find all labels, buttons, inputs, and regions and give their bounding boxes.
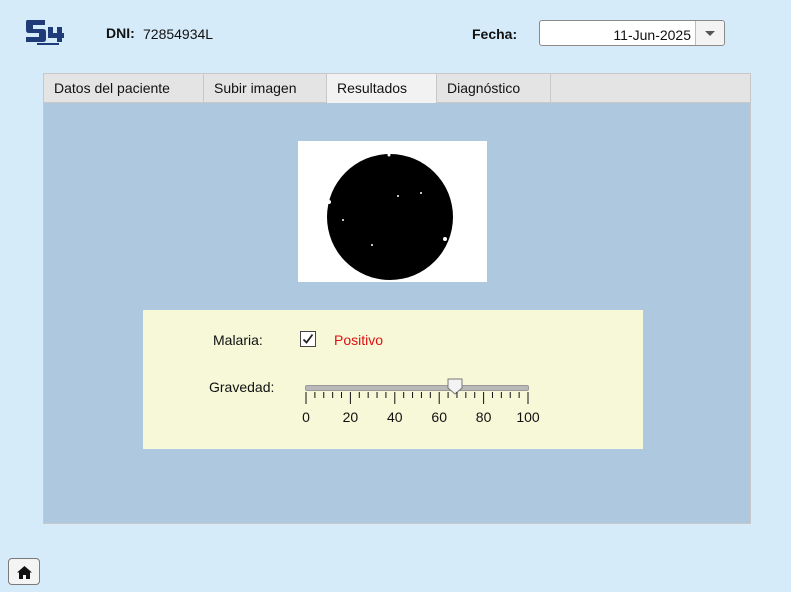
dni-value: 72854934L: [143, 26, 214, 42]
logo-icon: [26, 20, 64, 45]
date-value: 11-Jun-2025: [613, 27, 691, 43]
tab-datos-del-paciente[interactable]: Datos del paciente: [44, 74, 204, 102]
tab-bar: Datos del paciente Subir imagen Resultad…: [44, 74, 750, 103]
scale-label: 40: [387, 409, 403, 425]
tab-subir-imagen[interactable]: Subir imagen: [204, 74, 327, 102]
scale-label: 60: [431, 409, 447, 425]
dni-label: DNI:: [106, 25, 135, 41]
home-button[interactable]: [8, 558, 40, 585]
results-box: Malaria: Positivo Gravedad: 0 20 40 60 80 100: [143, 310, 643, 449]
home-icon: [17, 566, 32, 579]
scale-label: 80: [476, 409, 492, 425]
scale-label: 0: [302, 409, 310, 425]
date-picker[interactable]: 11-Jun-2025: [539, 20, 725, 46]
tab-diagnostico[interactable]: Diagnóstico: [437, 74, 551, 102]
check-icon: [302, 333, 314, 344]
date-dropdown-button[interactable]: [695, 21, 724, 45]
malaria-label: Malaria:: [213, 332, 263, 348]
gravedad-slider-track[interactable]: [305, 385, 529, 391]
result-image: [298, 141, 487, 282]
scale-label: 20: [343, 409, 359, 425]
fecha-label: Fecha:: [472, 26, 518, 42]
gravedad-scale: 0 20 40 60 80 100: [302, 392, 540, 425]
malaria-checkbox[interactable]: [300, 331, 316, 347]
gravedad-label: Gravedad:: [209, 379, 275, 395]
malaria-result: Positivo: [334, 332, 384, 348]
chevron-down-icon: [705, 31, 715, 36]
main-panel: Datos del paciente Subir imagen Resultad…: [43, 73, 751, 524]
tab-resultados[interactable]: Resultados: [327, 74, 437, 103]
scale-label: 100: [516, 409, 540, 425]
